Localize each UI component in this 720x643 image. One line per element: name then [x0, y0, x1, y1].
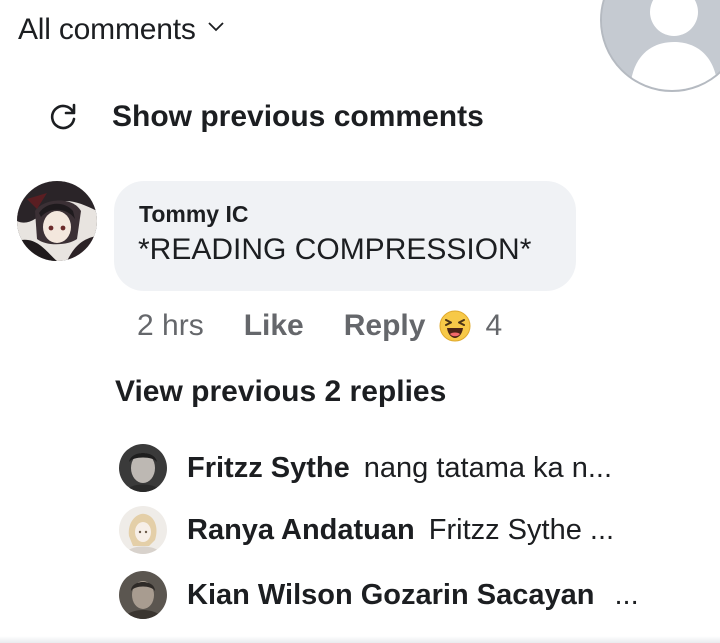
comment-text: *READING COMPRESSION* — [138, 233, 532, 266]
comment-author-name[interactable]: Tommy IC — [139, 201, 248, 228]
chevron-down-icon — [208, 22, 224, 32]
current-user-avatar[interactable] — [600, 0, 720, 92]
anime-avatar-image — [17, 181, 97, 261]
user-photo-icon — [119, 444, 167, 492]
comment-bubble[interactable]: Tommy IC *READING COMPRESSION* — [114, 181, 576, 291]
reply-item[interactable]: Fritzz Sythe nang tatama ka n... — [119, 444, 613, 492]
haha-reaction-icon[interactable] — [439, 310, 471, 342]
reaction-count[interactable]: 4 — [485, 309, 502, 343]
all-comments-dropdown[interactable]: All comments — [18, 8, 224, 52]
reply-button[interactable]: Reply — [344, 309, 426, 343]
show-previous-comments-button[interactable]: Show previous comments — [46, 96, 484, 138]
comment-actions: 2 hrs Like Reply 4 — [137, 306, 502, 346]
view-previous-replies-button[interactable]: View previous 2 replies — [115, 375, 446, 409]
divider — [0, 636, 720, 643]
reply-avatar[interactable] — [119, 506, 167, 554]
user-photo-icon — [119, 506, 167, 554]
reply-author-name[interactable]: Ranya Andatuan — [187, 514, 415, 547]
reply-item[interactable]: Kian Wilson Gozarin Sacayan ... — [119, 571, 639, 619]
all-comments-label: All comments — [18, 13, 196, 46]
reply-author-name[interactable]: Fritzz Sythe — [187, 452, 350, 485]
reply-author-name[interactable]: Kian Wilson Gozarin Sacayan — [187, 579, 594, 612]
comment-author-avatar[interactable] — [17, 181, 97, 261]
reply-avatar[interactable] — [119, 444, 167, 492]
show-previous-comments-label: Show previous comments — [112, 100, 484, 133]
reply-text: nang tatama ka n... — [363, 451, 613, 484]
reply-text: ... — [614, 578, 639, 611]
like-button[interactable]: Like — [244, 309, 304, 343]
user-photo-icon — [119, 571, 167, 619]
reply-avatar[interactable] — [119, 571, 167, 619]
reply-item[interactable]: Ranya Andatuan Fritzz Sythe ... — [119, 506, 615, 554]
default-user-icon — [602, 0, 720, 90]
reply-text: Fritzz Sythe ... — [428, 513, 615, 546]
comment-timestamp[interactable]: 2 hrs — [137, 309, 204, 343]
refresh-icon — [50, 103, 76, 130]
